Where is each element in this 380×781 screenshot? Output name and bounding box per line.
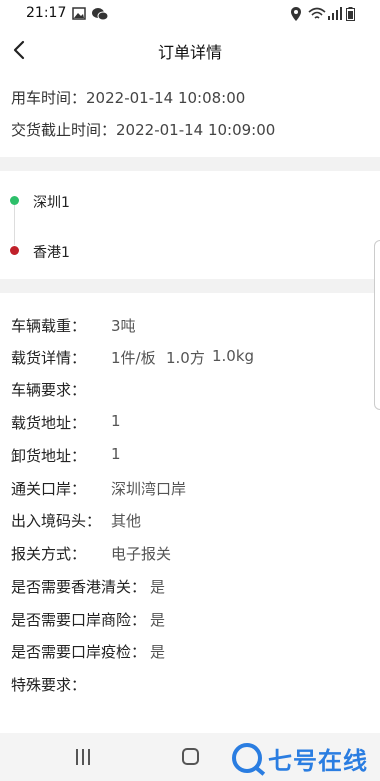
top-bar: 订单详情 — [0, 28, 380, 72]
origin-dot — [10, 196, 19, 205]
recents-bar — [76, 749, 78, 765]
declare-label: 报关方式： — [11, 545, 87, 563]
edge-panel-handle[interactable] — [374, 240, 380, 410]
destination-label: 香港1 — [33, 245, 70, 261]
image-icon — [72, 7, 86, 20]
load-addr-label: 载货地址： — [11, 414, 87, 432]
route-line — [14, 205, 15, 245]
wechat-icon — [92, 8, 108, 21]
port-label: 通关口岸： — [11, 480, 87, 498]
brand-watermark: 七号在线 — [232, 741, 368, 775]
border-value: 其他 — [111, 512, 142, 530]
recents-bar — [88, 749, 90, 765]
order-details: 车辆载重： 3吨 载货详情： 1件/板 1.0方 1.0kg 车辆要求： 载货地… — [0, 293, 380, 733]
recents-bar — [82, 749, 84, 765]
use-time-label: 用车时间： — [11, 89, 87, 107]
time-section: 用车时间：2022-01-14 10:08:00 交货截止时间：2022-01-… — [0, 72, 380, 157]
use-time-row: 用车时间：2022-01-14 10:08:00 — [11, 87, 245, 108]
port-value: 深圳湾口岸 — [111, 480, 187, 498]
deadline-label: 交货截止时间： — [11, 121, 117, 139]
brand-logo-icon — [232, 743, 262, 773]
cargo-volume: 1.0方 — [166, 349, 205, 367]
use-time-value: 2022-01-14 10:08:00 — [86, 89, 246, 107]
hk-clear-label: 是否需要香港清关： — [11, 578, 147, 596]
origin-label: 深圳1 — [33, 195, 70, 211]
cargo-label: 载货详情： — [11, 349, 87, 367]
battery-icon — [346, 7, 355, 21]
brand-text: 七号在线 — [268, 746, 368, 775]
vehicle-req-label: 车辆要求： — [11, 381, 87, 399]
load-addr-value: 1 — [111, 412, 121, 430]
location-icon — [291, 7, 301, 21]
system-nav-bar: 七号在线 — [0, 733, 380, 781]
status-time: 21:17 — [26, 5, 67, 21]
insurance-value: 是 — [150, 611, 166, 629]
quarantine-value: 是 — [150, 643, 166, 661]
destination-dot — [10, 246, 19, 255]
status-bar: 21:17 — [0, 0, 380, 28]
route-section: 深圳1 香港1 — [0, 171, 380, 279]
quarantine-label: 是否需要口岸疫检： — [11, 643, 147, 661]
home-button[interactable] — [182, 748, 199, 765]
deadline-row: 交货截止时间：2022-01-14 10:09:00 — [11, 119, 275, 140]
load-weight-value: 3吨 — [111, 317, 136, 335]
unload-addr-value: 1 — [111, 445, 121, 463]
hk-clear-value: 是 — [150, 578, 166, 596]
declare-value: 电子报关 — [111, 545, 172, 563]
wifi-icon — [308, 7, 326, 19]
section-divider — [0, 157, 380, 171]
deadline-value: 2022-01-14 10:09:00 — [116, 121, 276, 139]
page-title: 订单详情 — [157, 43, 222, 62]
signal-icon — [328, 7, 342, 20]
special-label: 特殊要求： — [11, 676, 87, 694]
load-weight-label: 车辆载重： — [11, 317, 87, 335]
cargo-weight: 1.0kg — [212, 347, 255, 365]
unload-addr-label: 卸货地址： — [11, 447, 87, 465]
section-divider — [0, 279, 380, 293]
recents-button[interactable] — [76, 749, 90, 765]
insurance-label: 是否需要口岸商险： — [11, 611, 147, 629]
border-label: 出入境码头： — [11, 512, 102, 530]
cargo-pieces: 1件/板 — [111, 349, 156, 367]
